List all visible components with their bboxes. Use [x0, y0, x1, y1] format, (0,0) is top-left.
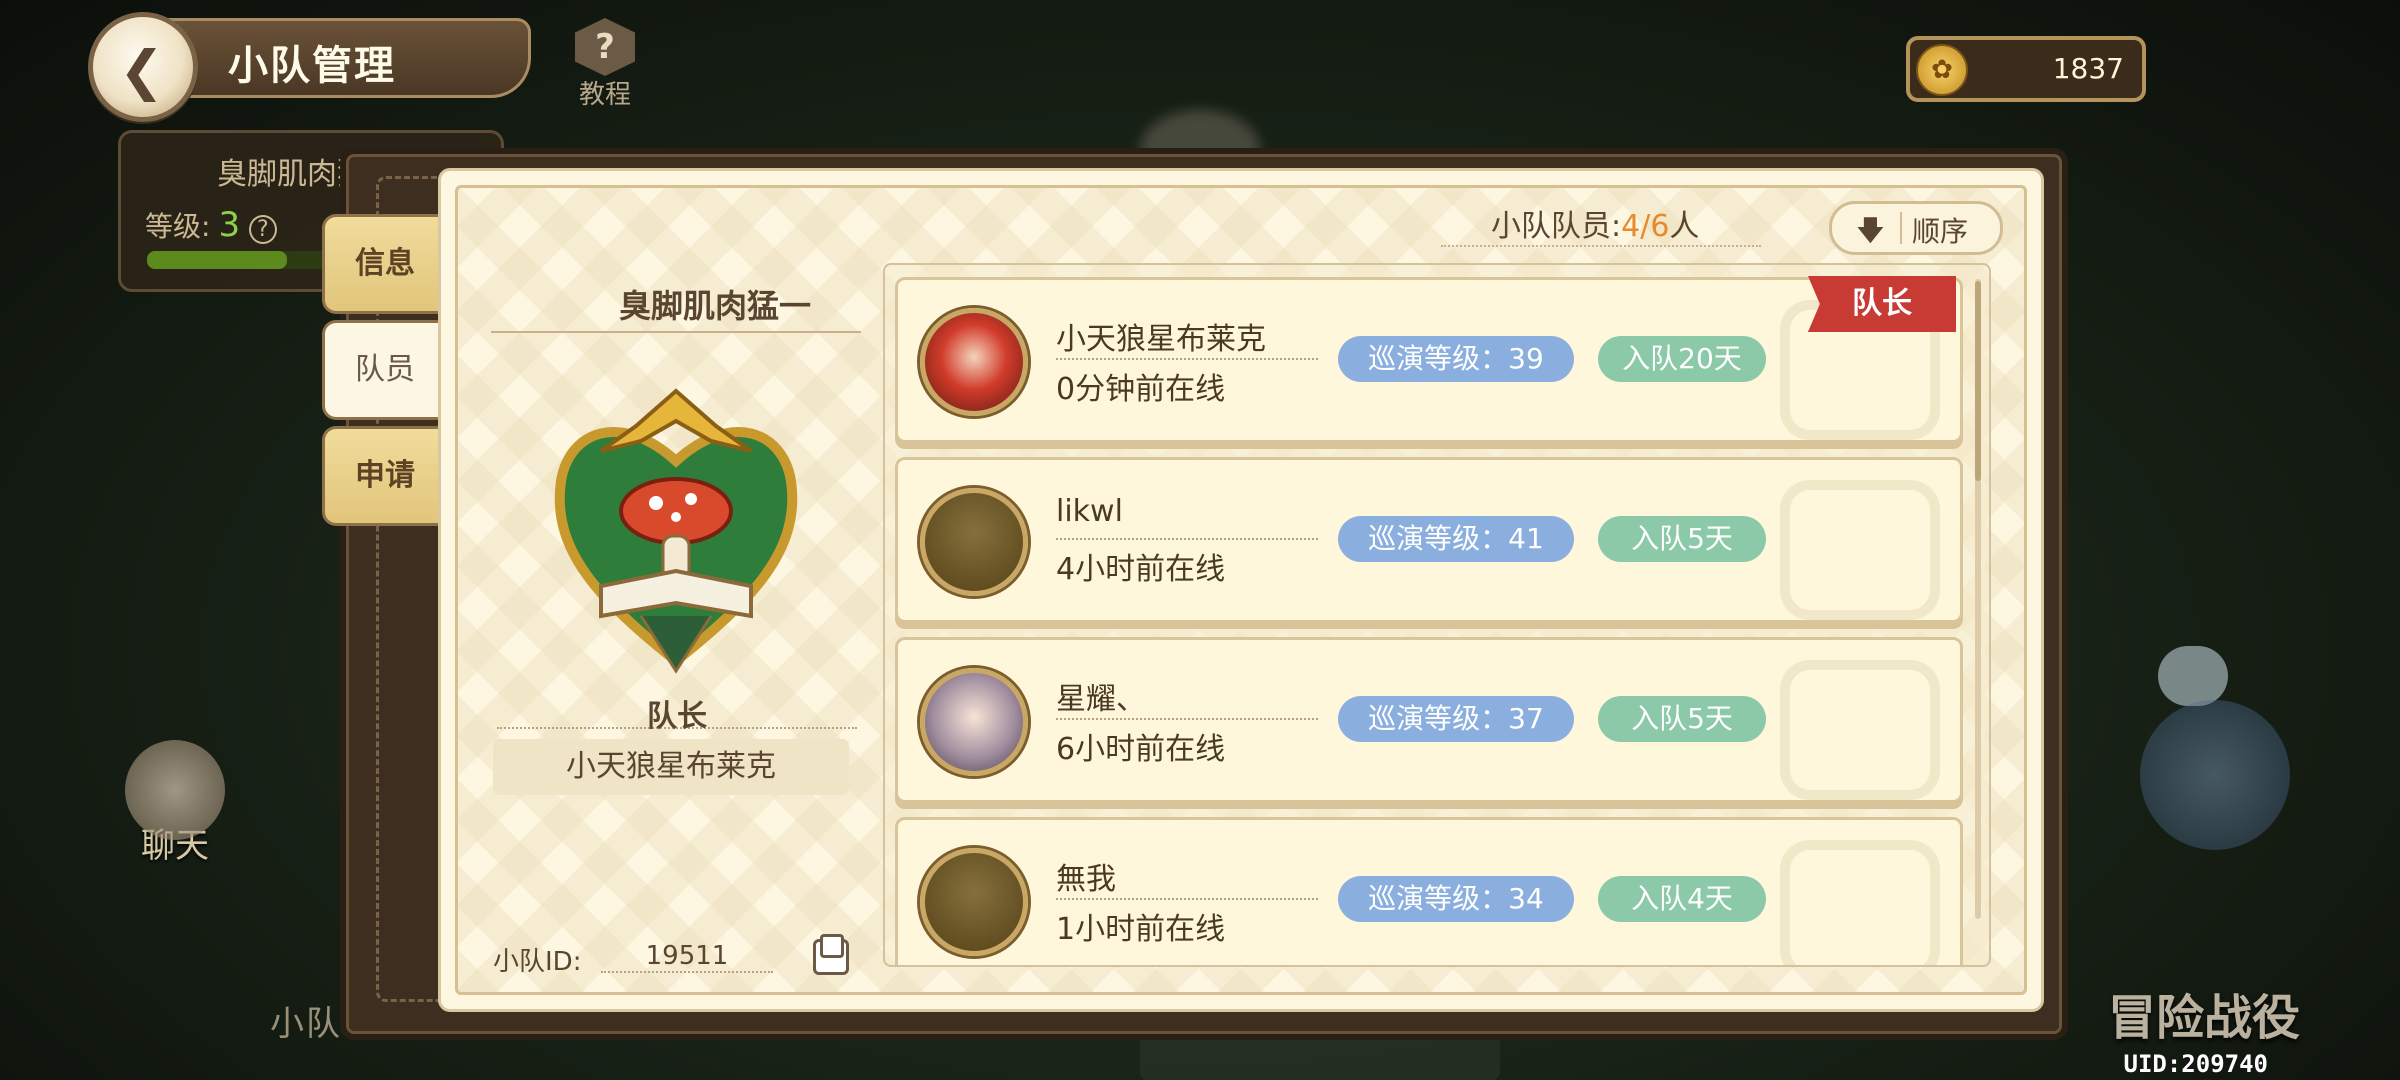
coin-counter: ✿ 1837: [1906, 36, 2146, 102]
member-row[interactable]: likwl 4小时前在线 巡演等级：41 入队5天: [895, 457, 1963, 623]
back-arrow-icon: ❮: [119, 39, 165, 102]
divider: [1056, 898, 1318, 902]
bg-level-value: 3: [218, 205, 241, 245]
back-button[interactable]: ❮: [88, 12, 198, 122]
tab-info[interactable]: 信息: [322, 214, 445, 314]
member-days-joined: 入队20天: [1598, 336, 1766, 382]
member-count-suffix: 人: [1669, 209, 1700, 244]
leader-label: 队长: [647, 699, 707, 734]
speech-bubble-icon[interactable]: [2158, 646, 2228, 706]
member-row[interactable]: 小天狼星布莱克 0分钟前在线 巡演等级：39 入队20天 队长: [895, 276, 1963, 443]
member-tour-level: 巡演等级：41: [1338, 516, 1574, 562]
member-name: 星耀、: [1056, 682, 1146, 717]
member-name: likwl: [1056, 494, 1123, 529]
title-plate: 小队管理: [168, 18, 531, 98]
divider: [491, 331, 861, 333]
bg-guild-level: 等级: 3 ?: [145, 205, 277, 245]
tab-applications[interactable]: 申请: [322, 426, 445, 526]
guild-id-label: 小队ID:: [493, 947, 582, 977]
copy-id-button[interactable]: [813, 934, 849, 975]
leader-name: 小天狼星布莱克: [493, 739, 849, 795]
page-title: 小队管理: [228, 43, 396, 89]
tutorial-label: 教程: [578, 80, 631, 110]
member-days-joined: 入队5天: [1598, 516, 1766, 562]
member-avatar: [920, 308, 1028, 416]
member-online-status: 4小时前在线: [1056, 552, 1226, 587]
sort-label: 顺序: [1912, 215, 1969, 248]
member-online-status: 0分钟前在线: [1056, 372, 1226, 407]
member-count: 小队队员:4/6人: [1491, 201, 1699, 245]
tab-members[interactable]: 队员: [322, 320, 445, 420]
member-count-max: 6: [1650, 209, 1670, 244]
member-name: 無我: [1056, 862, 1116, 897]
member-tour-level: 巡演等级：34: [1338, 876, 1574, 922]
member-days-joined: 入队5天: [1598, 696, 1766, 742]
row-ornament: [1780, 660, 1940, 800]
member-online-status: 1小时前在线: [1056, 912, 1226, 947]
coin-value: 1837: [2052, 52, 2124, 85]
members-panel: 臭脚肌肉猛一 队长 小天狼星布莱克 小队ID: 19511 小队队员:4/6人 …: [438, 168, 2044, 1012]
divider: [1056, 538, 1318, 542]
divider: [1441, 245, 1761, 249]
member-row[interactable]: 無我 1小时前在线 巡演等级：34 入队4天: [895, 817, 1963, 965]
tutorial-button[interactable]: ? 教程: [560, 18, 650, 110]
uid-label: UID:209740: [2123, 1050, 2269, 1078]
member-name: 小天狼星布莱克: [1056, 322, 1266, 357]
help-icon[interactable]: ?: [248, 215, 277, 244]
divider: [1056, 718, 1318, 722]
chat-button[interactable]: 聊天: [120, 740, 230, 866]
members-list[interactable]: 小天狼星布莱克 0分钟前在线 巡演等级：39 入队20天 队长 likwl 4小…: [883, 263, 1991, 967]
member-count-slash: /: [1640, 209, 1651, 244]
member-count-current: 4: [1621, 209, 1641, 244]
member-days-joined: 入队4天: [1598, 876, 1766, 922]
sort-button[interactable]: 🡇 顺序: [1829, 201, 2003, 255]
adventure-button[interactable]: 冒险战役: [2108, 978, 2300, 1048]
rabbit-npc-icon: [2140, 700, 2290, 850]
bg-exp-bar: [147, 251, 347, 269]
member-row[interactable]: 星耀、 6小时前在线 巡演等级：37 入队5天: [895, 637, 1963, 803]
row-ornament: [1780, 480, 1940, 620]
member-avatar: [920, 488, 1028, 596]
guild-name: 臭脚肌肉猛一: [618, 287, 811, 325]
guild-emblem-icon: [554, 388, 798, 674]
guild-id-value: 19511: [601, 941, 773, 973]
divider: [1056, 358, 1318, 362]
member-avatar: [920, 668, 1028, 776]
member-avatar: [920, 848, 1028, 956]
member-count-label: 小队队员:: [1491, 209, 1622, 244]
row-ornament: [1780, 840, 1940, 965]
question-icon: ?: [575, 18, 635, 76]
member-tour-level: 巡演等级：37: [1338, 696, 1574, 742]
member-online-status: 6小时前在线: [1056, 732, 1226, 767]
scrollbar-thumb[interactable]: [1975, 281, 1981, 481]
captain-badge: 队长: [1808, 276, 1956, 332]
separator: [1900, 212, 1902, 244]
bg-level-label: 等级:: [145, 210, 211, 243]
member-tour-level: 巡演等级：39: [1338, 336, 1574, 382]
chat-avatar-icon: [125, 740, 225, 840]
coin-icon: ✿: [1916, 44, 1968, 96]
arrow-down-icon: 🡇: [1856, 214, 1885, 247]
